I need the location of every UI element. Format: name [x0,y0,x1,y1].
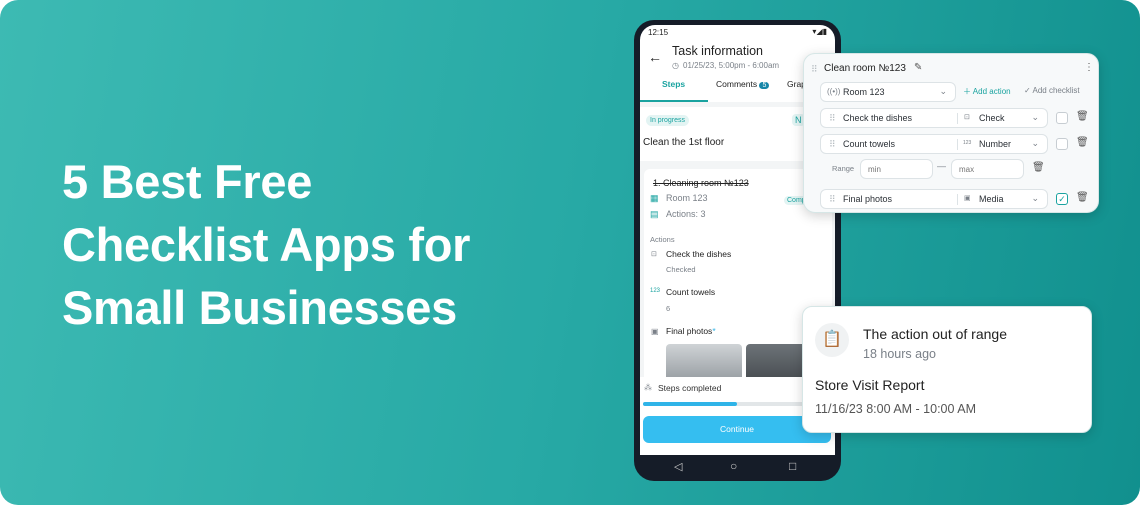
action-row-field[interactable]: ⠿ Count towels 123 Number ⌄ [820,134,1048,154]
steps-icon: ⁂ [644,383,652,392]
more-menu-icon[interactable]: ⋮ [1084,62,1094,73]
chevron-down-icon: ⌄ [1031,112,1039,122]
nav-back-icon[interactable]: ◁ [674,460,682,473]
nav-recent-icon[interactable]: □ [789,459,796,473]
range-max-input[interactable] [951,159,1024,179]
final-photos-label: Final photos [666,326,713,336]
add-checklist-button[interactable]: ✓ Add checklist [1024,86,1080,95]
action-name-input[interactable]: Count towels [843,139,895,149]
step-room: Room 123 [666,193,708,203]
clock-icon: ◷ [672,61,679,70]
check-type-icon: ⊡ [964,114,970,121]
tab-comments-label: Comments [716,79,758,89]
status-time: 12:15 [648,28,669,37]
range-dash: — [937,161,946,171]
required-checkbox[interactable] [1056,112,1068,124]
action-name-input[interactable]: Final photos [843,194,892,204]
status-chip: In progress [646,115,690,126]
drag-handle-icon[interactable]: ⠿ [829,194,836,205]
action-name: Count towels [666,287,716,297]
notification-title: The action out of range [863,326,1007,342]
report-time-range: 11/16/23 8:00 AM - 10:00 AM [815,402,976,416]
type-select[interactable]: Check [979,113,1005,123]
check-icon: ⊡ [651,251,657,258]
step-actions-count: Actions: 3 [666,209,706,219]
action-row-field[interactable]: ⠿ Check the dishes ⊡ Check ⌄ [820,108,1048,128]
notification-time: 18 hours ago [863,347,936,361]
drag-handle-icon[interactable]: ⠿ [829,139,836,150]
action-row-field[interactable]: ⠿ Final photos ▣ Media ⌄ [820,189,1048,209]
headline-line: Small Businesses [62,281,457,334]
divider [957,139,958,150]
trash-icon[interactable]: 🗑 [1076,111,1089,122]
nav-home-icon[interactable]: ○ [730,459,737,473]
editor-title: Clean room №123 [824,63,906,74]
chevron-down-icon: ⌄ [1031,193,1039,203]
headline: 5 Best Free Checklist Apps for Small Bus… [62,150,470,339]
add-checklist-label: Add checklist [1032,86,1080,95]
clipboard-warning-icon: 📋 [815,323,849,357]
action-name: Final photos* [666,326,716,336]
add-action-button[interactable]: ＋ Add action [963,86,1011,97]
tab-comments[interactable]: Comments 5 [716,79,770,89]
qr-icon: ▦ [650,193,659,203]
number-icon: 123 [650,288,661,294]
required-checkbox-checked[interactable]: ✓ [1056,193,1068,205]
progress-fill [643,402,737,406]
edit-pencil-icon[interactable]: ✎ [914,62,922,73]
range-label: Range [832,164,855,173]
action-value: 6 [666,304,671,313]
page-title: Task information [672,44,764,58]
headline-line: Checklist Apps for [62,218,471,271]
range-min-input[interactable] [860,159,933,179]
status-icons: ▾◢▮ [812,27,827,36]
divider [957,194,958,205]
headline-line: 5 Best Free [62,155,313,208]
required-checkbox[interactable] [1056,138,1068,150]
required-mark: * [712,326,716,336]
media-type-icon: ▣ [964,195,971,202]
tab-steps[interactable]: Steps [662,79,685,89]
chevron-down-icon: ⌄ [939,86,947,96]
actions-label: Actions [650,235,675,244]
type-select[interactable]: Number [979,139,1011,149]
checklist-editor-card: ⠿ Clean room №123 ✎ ⋮ ((•)) Room 123 ⌄ ＋… [803,53,1099,213]
add-action-label: Add action [972,87,1011,96]
task-datetime: 01/25/23, 5:00pm - 6:00am [683,61,780,70]
trash-icon[interactable]: 🗑 [1076,192,1089,203]
chevron-down-icon: ⌄ [1031,138,1039,148]
step-title: 1. Cleaning room №123 [653,178,749,188]
steps-completed-label: Steps completed [658,383,722,393]
trash-icon[interactable]: 🗑 [1076,137,1089,148]
action-name-input[interactable]: Check the dishes [843,113,912,123]
room-select[interactable]: ((•)) Room 123 ⌄ [820,82,956,102]
action-value: Checked [666,265,696,274]
notification-card[interactable]: 📋 The action out of range 18 hours ago S… [802,306,1092,433]
room-select-value: Room 123 [843,87,885,97]
action-name: Check the dishes [666,249,732,259]
comments-badge: 5 [759,82,770,89]
sensor-icon: ((•)) [827,87,841,96]
trash-icon[interactable]: 🗑 [1032,162,1045,173]
drag-handle-icon[interactable]: ⠿ [829,113,836,124]
banner: 5 Best Free Checklist Apps for Small Bus… [0,0,1140,505]
report-name: Store Visit Report [815,377,925,393]
drag-handle-icon[interactable]: ⠿ [811,64,818,75]
image-icon: ▣ [651,327,659,336]
number-type-icon: 123 [963,140,972,146]
divider [957,113,958,124]
task-title: Clean the 1st floor [643,137,725,148]
type-select[interactable]: Media [979,194,1004,204]
back-arrow-icon[interactable]: ← [648,49,662,65]
document-icon: ▤ [650,209,659,219]
